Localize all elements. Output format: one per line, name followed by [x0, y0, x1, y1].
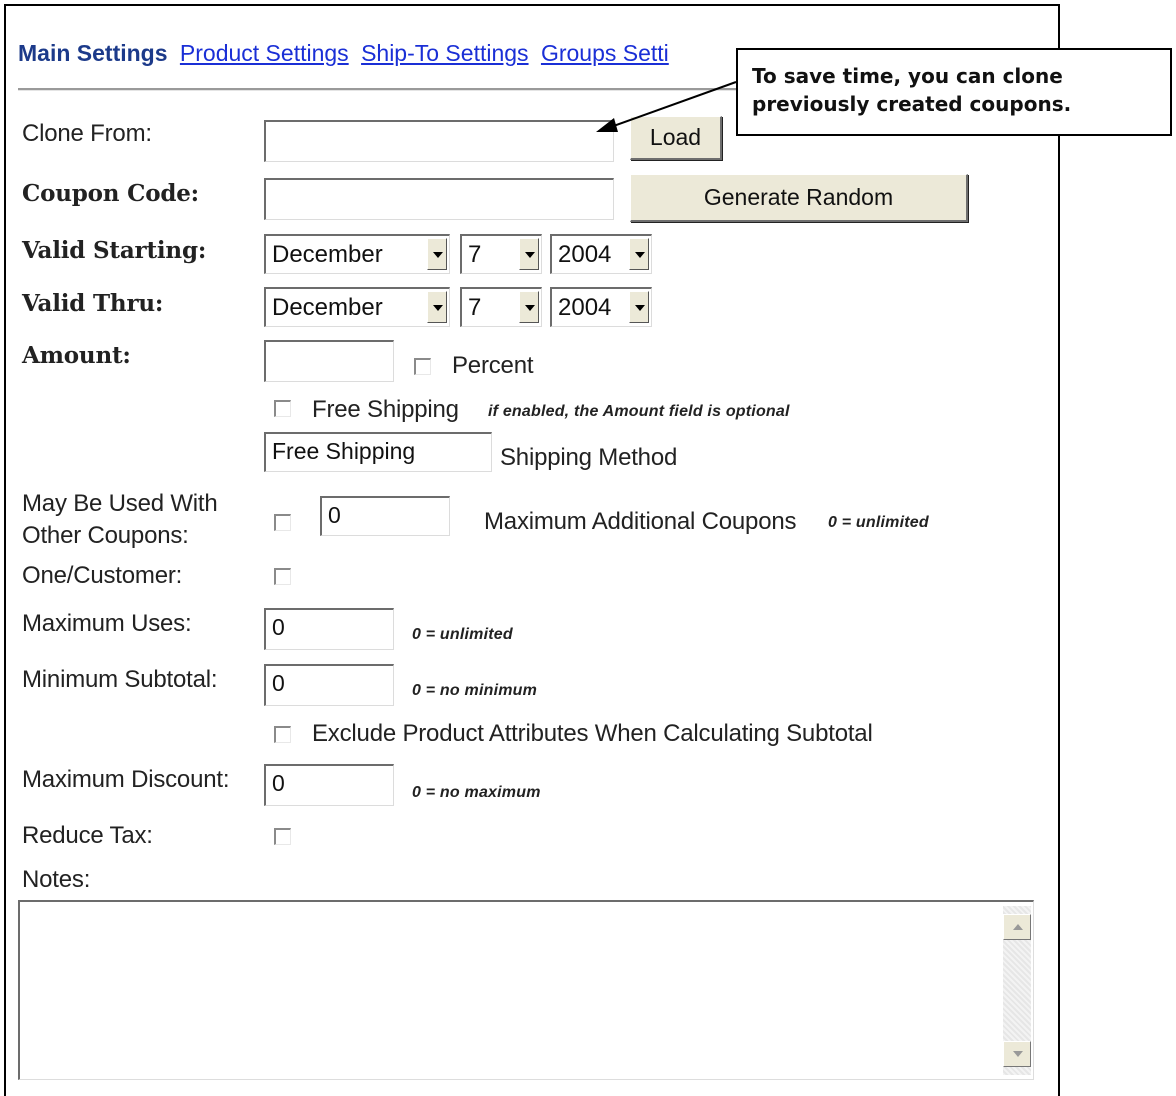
max-additional-coupons-input[interactable]: 0 [320, 496, 450, 536]
valid-starting-label: Valid Starting: [22, 237, 207, 264]
amount-label: Amount: [22, 342, 131, 369]
maximum-discount-hint: 0 = no maximum [412, 784, 541, 801]
other-coupons-label-line1: May Be Used With [22, 490, 218, 517]
scroll-up-icon[interactable] [1003, 914, 1031, 940]
shipping-method-input[interactable]: Free Shipping [264, 432, 492, 472]
clone-from-label: Clone From: [22, 120, 152, 147]
maximum-uses-hint: 0 = unlimited [412, 626, 513, 643]
maximum-discount-input[interactable]: 0 [264, 764, 394, 806]
exclude-attributes-label: Exclude Product Attributes When Calculat… [312, 720, 873, 747]
chevron-down-icon[interactable] [519, 238, 539, 270]
chevron-down-icon[interactable] [427, 238, 447, 270]
clone-from-input[interactable] [264, 120, 614, 162]
max-additional-coupons-label: Maximum Additional Coupons [484, 508, 797, 535]
valid-starting-month-select[interactable]: December [264, 234, 450, 274]
selected-value: December [272, 241, 383, 268]
valid-thru-label: Valid Thru: [22, 290, 164, 317]
clone-tip-callout: To save time, you can clone previously c… [736, 48, 1172, 136]
chevron-down-icon[interactable] [629, 238, 649, 270]
chevron-down-icon[interactable] [519, 291, 539, 323]
valid-thru-day-select[interactable]: 7 [460, 287, 542, 327]
notes-scrollbar[interactable] [1003, 906, 1031, 1075]
percent-label: Percent [452, 352, 534, 379]
notes-label: Notes: [22, 866, 91, 893]
selected-value: 7 [468, 241, 482, 268]
coupon-code-label: Coupon Code: [22, 180, 199, 207]
exclude-attributes-checkbox[interactable] [274, 726, 291, 743]
callout-line2: previously created coupons. [752, 92, 1072, 116]
valid-starting-year-select[interactable]: 2004 [550, 234, 652, 274]
selected-value: December [272, 294, 383, 321]
minimum-subtotal-hint: 0 = no minimum [412, 682, 538, 699]
maximum-uses-label: Maximum Uses: [22, 610, 192, 637]
callout-arrow-icon [596, 81, 737, 132]
selected-value: 2004 [558, 241, 612, 268]
valid-starting-day-select[interactable]: 7 [460, 234, 542, 274]
reduce-tax-label: Reduce Tax: [22, 822, 153, 849]
max-additional-coupons-hint: 0 = unlimited [828, 514, 929, 531]
notes-textarea[interactable] [18, 900, 1034, 1080]
coupon-code-input[interactable] [264, 178, 614, 220]
callout-line1: To save time, you can clone [752, 64, 1063, 88]
one-per-customer-label: One/Customer: [22, 562, 183, 589]
free-shipping-hint: if enabled, the Amount field is optional [488, 403, 790, 420]
amount-input[interactable] [264, 340, 394, 382]
selected-value: 2004 [558, 294, 612, 321]
tab-main-settings[interactable]: Main Settings [18, 40, 168, 66]
free-shipping-label: Free Shipping [312, 396, 459, 423]
generate-random-button[interactable]: Generate Random [630, 174, 968, 222]
maximum-uses-input[interactable]: 0 [264, 608, 394, 650]
free-shipping-checkbox[interactable] [274, 400, 291, 417]
maximum-discount-label: Maximum Discount: [22, 766, 230, 793]
valid-thru-year-select[interactable]: 2004 [550, 287, 652, 327]
percent-checkbox[interactable] [414, 358, 431, 375]
selected-value: 7 [468, 294, 482, 321]
other-coupons-checkbox[interactable] [274, 514, 291, 531]
minimum-subtotal-input[interactable]: 0 [264, 664, 394, 706]
one-per-customer-checkbox[interactable] [274, 568, 291, 585]
other-coupons-label-line2: Other Coupons: [22, 522, 189, 549]
tab-ship-to-settings[interactable]: Ship-To Settings [361, 40, 528, 66]
other-coupons-label: May Be Used With Other Coupons: [22, 488, 218, 552]
chevron-down-icon[interactable] [427, 291, 447, 323]
tab-product-settings[interactable]: Product Settings [180, 40, 349, 66]
settings-tabs: Main Settings Product Settings Ship-To S… [18, 40, 675, 67]
minimum-subtotal-label: Minimum Subtotal: [22, 666, 218, 693]
reduce-tax-checkbox[interactable] [274, 828, 291, 845]
scroll-down-icon[interactable] [1003, 1041, 1031, 1067]
valid-thru-month-select[interactable]: December [264, 287, 450, 327]
tab-groups-settings[interactable]: Groups Setti [541, 40, 669, 66]
chevron-down-icon[interactable] [629, 291, 649, 323]
shipping-method-label: Shipping Method [500, 444, 678, 471]
